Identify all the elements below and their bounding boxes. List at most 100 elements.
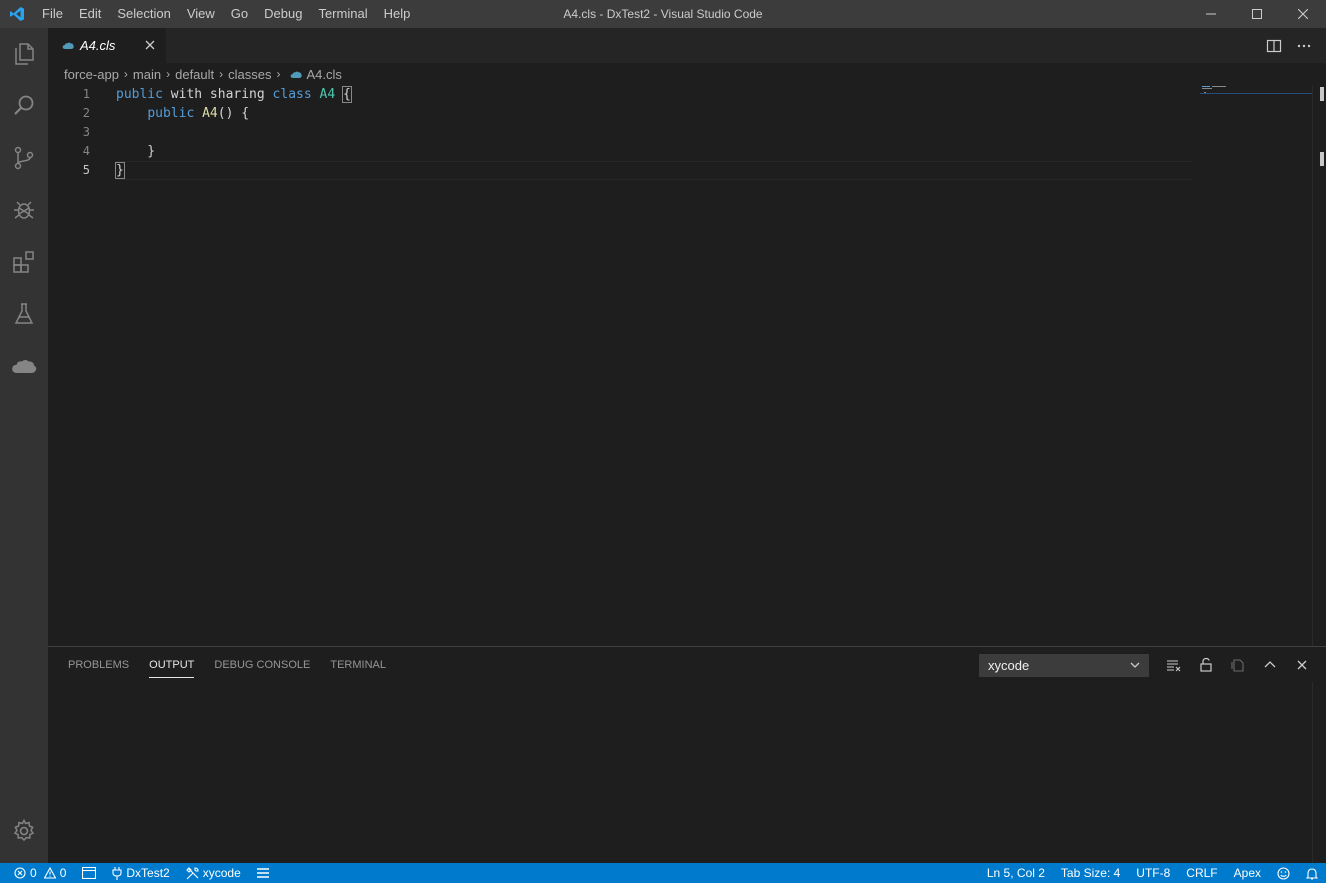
code-editor[interactable]: 1 2 3 4 5 public with sharing class A4 {… xyxy=(48,85,1326,646)
test-flask-icon[interactable] xyxy=(0,288,48,340)
tab-a4-cls[interactable]: A4.cls xyxy=(48,28,166,63)
menu-view[interactable]: View xyxy=(179,0,223,28)
code-line: public A4() { xyxy=(116,104,1193,123)
line-number-gutter: 1 2 3 4 5 xyxy=(48,85,108,180)
breadcrumb-item[interactable]: force-app xyxy=(64,67,119,82)
tab-debug-console[interactable]: DEBUG CONSOLE xyxy=(206,647,318,682)
indent-token xyxy=(116,106,147,121)
panel-tabs: PROBLEMS OUTPUT DEBUG CONSOLE TERMINAL xyxy=(60,647,398,682)
code-content[interactable]: public with sharing class A4 { public A4… xyxy=(115,85,1193,180)
line-number: 5 xyxy=(82,163,90,177)
matched-brace: { xyxy=(342,86,352,103)
menu-lines-icon[interactable] xyxy=(249,863,277,883)
unlock-scroll-icon[interactable] xyxy=(1190,653,1222,677)
plug-icon xyxy=(112,866,122,880)
apex-file-icon xyxy=(290,70,302,79)
tab-label: A4.cls xyxy=(80,38,116,53)
function-token: A4 xyxy=(202,106,218,121)
plain-token: () { xyxy=(217,106,250,121)
title-bar: File Edit Selection View Go Debug Termin… xyxy=(0,0,1326,28)
extensions-icon[interactable] xyxy=(0,236,48,288)
type-token: A4 xyxy=(319,87,336,102)
error-count: 0 xyxy=(30,866,37,880)
source-control-icon[interactable] xyxy=(0,132,48,184)
end-of-line[interactable]: CRLF xyxy=(1178,863,1225,883)
gear-icon[interactable] xyxy=(0,805,48,857)
window-controls xyxy=(1188,0,1326,28)
close-tab-icon[interactable] xyxy=(142,37,158,53)
menu-terminal[interactable]: Terminal xyxy=(310,0,375,28)
menu-debug[interactable]: Debug xyxy=(256,0,310,28)
keyword-token: public xyxy=(147,106,195,121)
breadcrumb: force-app › main › default › classes › A… xyxy=(48,63,1326,85)
tab-size[interactable]: Tab Size: 4 xyxy=(1053,863,1128,883)
apex-file-icon xyxy=(62,41,74,50)
output-channel-select[interactable]: xycode xyxy=(979,654,1149,677)
editor-scrollbar[interactable] xyxy=(1312,85,1326,646)
line-number: 1 xyxy=(82,87,90,101)
maximize-panel-icon[interactable] xyxy=(1254,653,1286,677)
layout-toggle-icon[interactable] xyxy=(74,863,104,883)
warning-count: 0 xyxy=(59,866,67,880)
output-channel-value: xycode xyxy=(988,658,1030,673)
status-bar: 0 0 DxTest2 xycode Ln 5, Col 2 Tab Size: xyxy=(0,863,1326,883)
vscode-logo-icon xyxy=(0,0,34,28)
tab-output[interactable]: OUTPUT xyxy=(141,647,202,682)
minimap[interactable] xyxy=(1200,85,1312,646)
split-editor-icon[interactable] xyxy=(1266,38,1282,54)
close-panel-icon[interactable] xyxy=(1286,653,1318,677)
scrollbar-thumb[interactable] xyxy=(1320,87,1324,101)
tab-problems[interactable]: PROBLEMS xyxy=(60,647,137,682)
breadcrumb-item[interactable]: main xyxy=(133,67,161,82)
open-log-file-icon[interactable] xyxy=(1222,653,1254,677)
tools-icon xyxy=(185,866,199,880)
debug-icon[interactable] xyxy=(0,184,48,236)
problems-status[interactable]: 0 0 xyxy=(8,863,74,883)
clear-output-icon[interactable] xyxy=(1158,653,1190,677)
menu-bar: File Edit Selection View Go Debug Termin… xyxy=(34,0,418,28)
warning-icon xyxy=(43,867,56,879)
tool-name: xycode xyxy=(202,866,241,880)
activity-bar xyxy=(0,28,48,863)
code-line: public with sharing class A4 { xyxy=(116,85,1193,104)
menu-selection[interactable]: Selection xyxy=(109,0,178,28)
search-icon[interactable] xyxy=(0,80,48,132)
minimize-button[interactable] xyxy=(1188,0,1234,28)
org-status[interactable]: DxTest2 xyxy=(104,863,177,883)
tab-terminal[interactable]: TERMINAL xyxy=(322,647,394,682)
notifications-bell-icon[interactable] xyxy=(1298,863,1326,883)
chevron-right-icon: › xyxy=(219,67,224,81)
breadcrumb-item[interactable]: default xyxy=(175,67,214,82)
menu-go[interactable]: Go xyxy=(223,0,256,28)
code-line: } xyxy=(116,144,156,159)
panel-scrollbar[interactable] xyxy=(1312,682,1326,864)
chevron-right-icon: › xyxy=(166,67,171,81)
close-window-button[interactable] xyxy=(1280,0,1326,28)
feedback-smiley-icon[interactable] xyxy=(1269,863,1298,883)
tool-status[interactable]: xycode xyxy=(178,863,249,883)
org-name: DxTest2 xyxy=(126,866,170,880)
scrollbar-cursor-marker xyxy=(1320,152,1324,166)
salesforce-cloud-icon[interactable] xyxy=(0,340,48,392)
menu-help[interactable]: Help xyxy=(376,0,419,28)
encoding[interactable]: UTF-8 xyxy=(1128,863,1178,883)
matched-brace: } xyxy=(115,162,125,179)
chevron-right-icon: › xyxy=(123,67,128,81)
menu-edit[interactable]: Edit xyxy=(71,0,109,28)
more-actions-icon[interactable] xyxy=(1296,38,1312,54)
line-number: 2 xyxy=(82,106,90,120)
maximize-button[interactable] xyxy=(1234,0,1280,28)
panel-actions xyxy=(1158,653,1318,677)
language-mode[interactable]: Apex xyxy=(1226,863,1269,883)
plain-token: with sharing xyxy=(162,87,273,102)
current-code-line: } xyxy=(115,161,1193,180)
breadcrumb-item[interactable]: classes xyxy=(228,67,271,82)
menu-file[interactable]: File xyxy=(34,0,71,28)
explorer-icon[interactable] xyxy=(0,28,48,80)
line-number: 3 xyxy=(82,125,90,139)
breadcrumb-item[interactable]: A4.cls xyxy=(307,67,342,82)
cursor-position[interactable]: Ln 5, Col 2 xyxy=(979,863,1053,883)
